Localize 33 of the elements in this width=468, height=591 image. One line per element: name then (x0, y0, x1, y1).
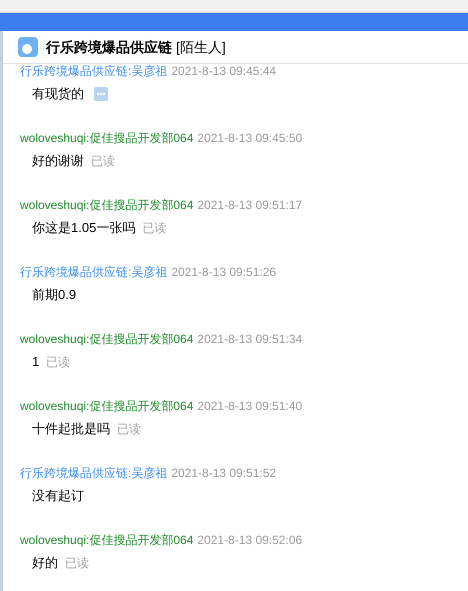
read-receipt: 已读 (117, 421, 141, 437)
contact-tag: [陌生人] (176, 36, 226, 58)
message-time: 2021-8-13 09:51:34 (197, 332, 302, 346)
message-text: 前期0.9 (32, 287, 76, 303)
sender-name: 行乐跨境爆品供应链:吴彦祖 (20, 466, 168, 480)
message-time: 2021-8-13 09:51:26 (171, 265, 276, 279)
sender-name: woloveshuqi:促佳搜品开发部064 (20, 399, 194, 413)
message-text: 十件起批是吗 (32, 421, 110, 437)
read-receipt: 已读 (65, 555, 89, 571)
sender-name: 行乐跨境爆品供应链:吴彦祖 (20, 265, 168, 279)
message-text: 你这是1.05一张吗 (32, 220, 136, 236)
message-text: 好的谢谢 (32, 153, 84, 169)
read-receipt: 已读 (142, 220, 166, 236)
message-time: 2021-8-13 09:45:44 (171, 64, 276, 78)
sender-name: woloveshuqi:促佳搜品开发部064 (20, 533, 194, 547)
message-time: 2021-8-13 09:52:06 (197, 533, 302, 547)
message-time: 2021-8-13 09:51:40 (197, 399, 302, 413)
message-time: 2021-8-13 09:51:17 (197, 198, 302, 212)
chat-title: 行乐跨境爆品供应链 (46, 38, 172, 56)
message-text: 1 (32, 354, 40, 370)
read-receipt: 已读 (91, 153, 115, 169)
more-icon[interactable] (94, 87, 108, 101)
message-time: 2021-8-13 09:45:50 (197, 131, 302, 145)
message-time: 2021-8-13 09:51:52 (171, 466, 276, 480)
chat-avatar-icon (18, 37, 38, 57)
read-receipt: 已读 (46, 354, 70, 370)
message-text: 好的 (32, 555, 58, 571)
message-text: 没有起订 (32, 488, 84, 504)
sender-name: woloveshuqi:促佳搜品开发部064 (20, 131, 194, 145)
sender-name: 行乐跨境爆品供应链:吴彦祖 (20, 64, 168, 78)
message-text: 有现货的 (32, 86, 84, 102)
sender-name: woloveshuqi:促佳搜品开发部064 (20, 332, 194, 346)
sender-name: woloveshuqi:促佳搜品开发部064 (20, 198, 194, 212)
